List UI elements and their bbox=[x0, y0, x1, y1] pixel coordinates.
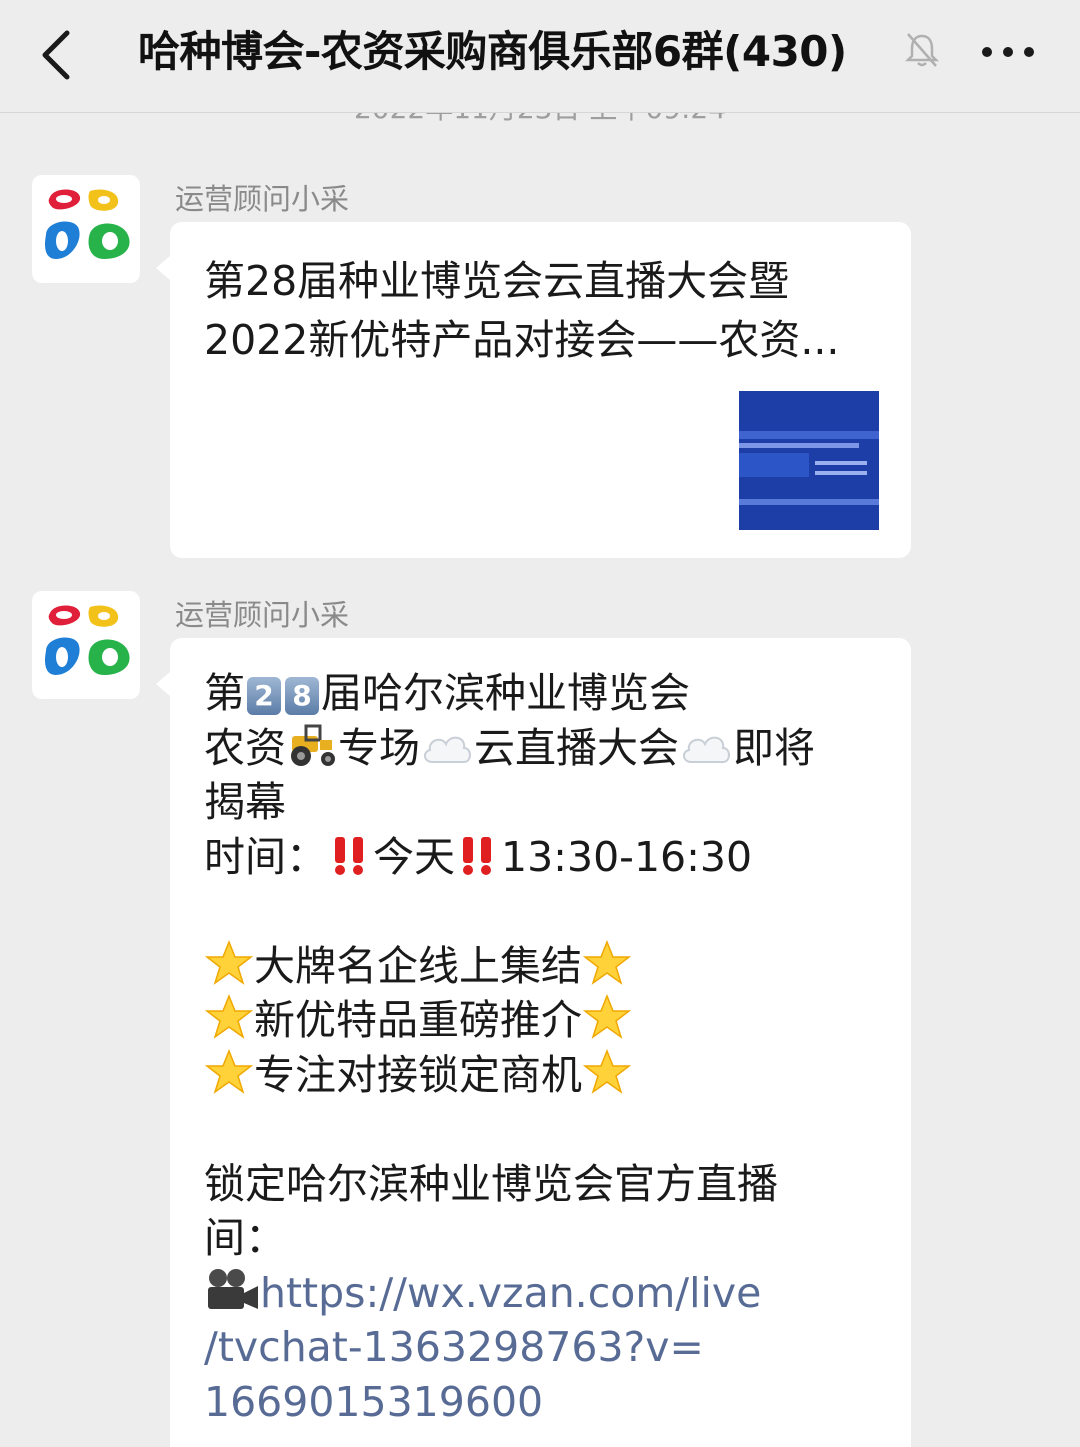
text-segment: 即将 bbox=[733, 723, 815, 772]
text-segment: 云直播大会 bbox=[474, 723, 679, 772]
glowing-star-icon bbox=[582, 1048, 632, 1094]
keycap-digit-icon: 2 bbox=[247, 677, 281, 715]
text-segment: 专场 bbox=[338, 723, 420, 772]
card-title-line: 2022新优特产品对接会——农资... bbox=[204, 316, 840, 364]
text-segment: 农资 bbox=[204, 723, 286, 772]
glowing-star-icon bbox=[204, 994, 254, 1039]
double-exclamation-icon bbox=[463, 836, 491, 875]
text-segment: 今天 bbox=[373, 832, 455, 881]
sender-name: 运营顾问小采 bbox=[175, 182, 350, 216]
card-title: 第28届种业博览会云直播大会暨 2022新优特产品对接会——农资... bbox=[204, 252, 884, 370]
chat-header: 哈种博会-农资采购商俱乐部6群(430) bbox=[0, 0, 1080, 113]
keycap-digit-icon: 8 bbox=[285, 677, 319, 715]
live-url-link[interactable]: /tvchat-1363298763?v= bbox=[204, 1320, 894, 1375]
glowing-star-icon bbox=[582, 939, 632, 985]
text-line: 锁定哈尔滨种业博览会官方直播 bbox=[204, 1159, 778, 1208]
text-segment: 届哈尔滨种业博览会 bbox=[321, 669, 690, 717]
text-segment: 新优特品重磅推介 bbox=[254, 996, 582, 1044]
link-card-bubble[interactable]: 第28届种业博览会云直播大会暨 2022新优特产品对接会——农资... bbox=[156, 222, 911, 558]
movie-camera-icon bbox=[208, 1268, 258, 1309]
bell-muted-icon bbox=[904, 33, 940, 67]
double-exclamation-icon bbox=[335, 836, 363, 875]
chat-title: 哈种博会-农资采购商俱乐部6群(430) bbox=[138, 27, 847, 76]
text-segment: 专注对接锁定商机 bbox=[254, 1050, 582, 1099]
back-button[interactable] bbox=[22, 20, 92, 90]
more-dots-icon bbox=[982, 47, 1034, 57]
brand-logo-icon bbox=[45, 189, 130, 259]
text-message-bubble[interactable]: 第28届哈尔滨种业博览会 农资 专场 云直播大会 即将 揭幕 时间： 今天 bbox=[156, 638, 911, 1447]
text-segment: 第 bbox=[204, 669, 245, 717]
text-segment: 大牌名企线上集结 bbox=[254, 941, 582, 990]
text-segment: 13:30-16:30 bbox=[501, 832, 753, 881]
chevron-left-icon bbox=[42, 30, 70, 80]
cloud-icon bbox=[424, 736, 471, 763]
live-url-link[interactable]: https://wx.vzan.com/live bbox=[260, 1269, 761, 1317]
more-button[interactable] bbox=[968, 24, 1048, 80]
text-line: 揭幕 bbox=[204, 778, 286, 826]
card-title-line: 第28届种业博览会云直播大会暨 bbox=[204, 257, 790, 305]
glowing-star-icon bbox=[204, 1048, 254, 1094]
avatar[interactable] bbox=[32, 591, 140, 699]
tractor-icon bbox=[291, 724, 335, 766]
brand-logo-icon bbox=[45, 605, 130, 675]
glowing-star-icon bbox=[204, 939, 254, 985]
sender-name: 运营顾问小采 bbox=[175, 598, 350, 632]
live-url-link[interactable]: 1669015319600 bbox=[204, 1375, 894, 1430]
text-line: 间： bbox=[204, 1214, 286, 1262]
card-thumbnail bbox=[739, 391, 879, 530]
glowing-star-icon bbox=[582, 994, 632, 1039]
text-segment: 时间： bbox=[204, 832, 327, 881]
avatar[interactable] bbox=[32, 175, 140, 283]
cloud-icon bbox=[683, 736, 730, 763]
message-text: 第28届哈尔滨种业博览会 农资 专场 云直播大会 即将 揭幕 时间： 今天 bbox=[204, 666, 894, 1429]
